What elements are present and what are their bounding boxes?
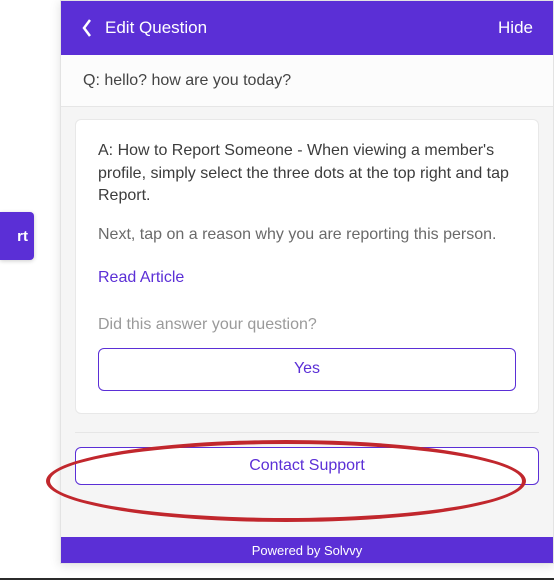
answer-paragraph-2: Next, tap on a reason why you are report… xyxy=(98,224,516,247)
back-icon[interactable] xyxy=(81,18,93,38)
widget-footer: Powered by Solvvy xyxy=(61,537,553,563)
answer-card: A: How to Report Someone - When viewing … xyxy=(75,119,539,414)
header-title: Edit Question xyxy=(105,18,498,38)
contact-support-button[interactable]: Contact Support xyxy=(75,447,539,485)
read-article-link[interactable]: Read Article xyxy=(98,267,184,290)
footer-text: Powered by Solvvy xyxy=(252,543,363,558)
answer-paragraph-1: A: How to Report Someone - When viewing … xyxy=(98,140,516,208)
hide-button[interactable]: Hide xyxy=(498,18,533,38)
question-bar: Q: hello? how are you today? xyxy=(61,55,553,107)
left-side-tab-label: rt xyxy=(17,228,28,245)
contact-row: Contact Support xyxy=(75,432,539,485)
support-widget: Edit Question Hide Q: hello? how are you… xyxy=(60,0,554,564)
widget-header: Edit Question Hide xyxy=(61,1,553,55)
feedback-prompt: Did this answer your question? xyxy=(98,314,516,337)
yes-button[interactable]: Yes xyxy=(98,348,516,391)
left-side-tab[interactable]: rt xyxy=(0,212,34,260)
question-text: Q: hello? how are you today? xyxy=(83,72,291,90)
answer-scroll-area[interactable]: A: How to Report Someone - When viewing … xyxy=(61,107,553,537)
